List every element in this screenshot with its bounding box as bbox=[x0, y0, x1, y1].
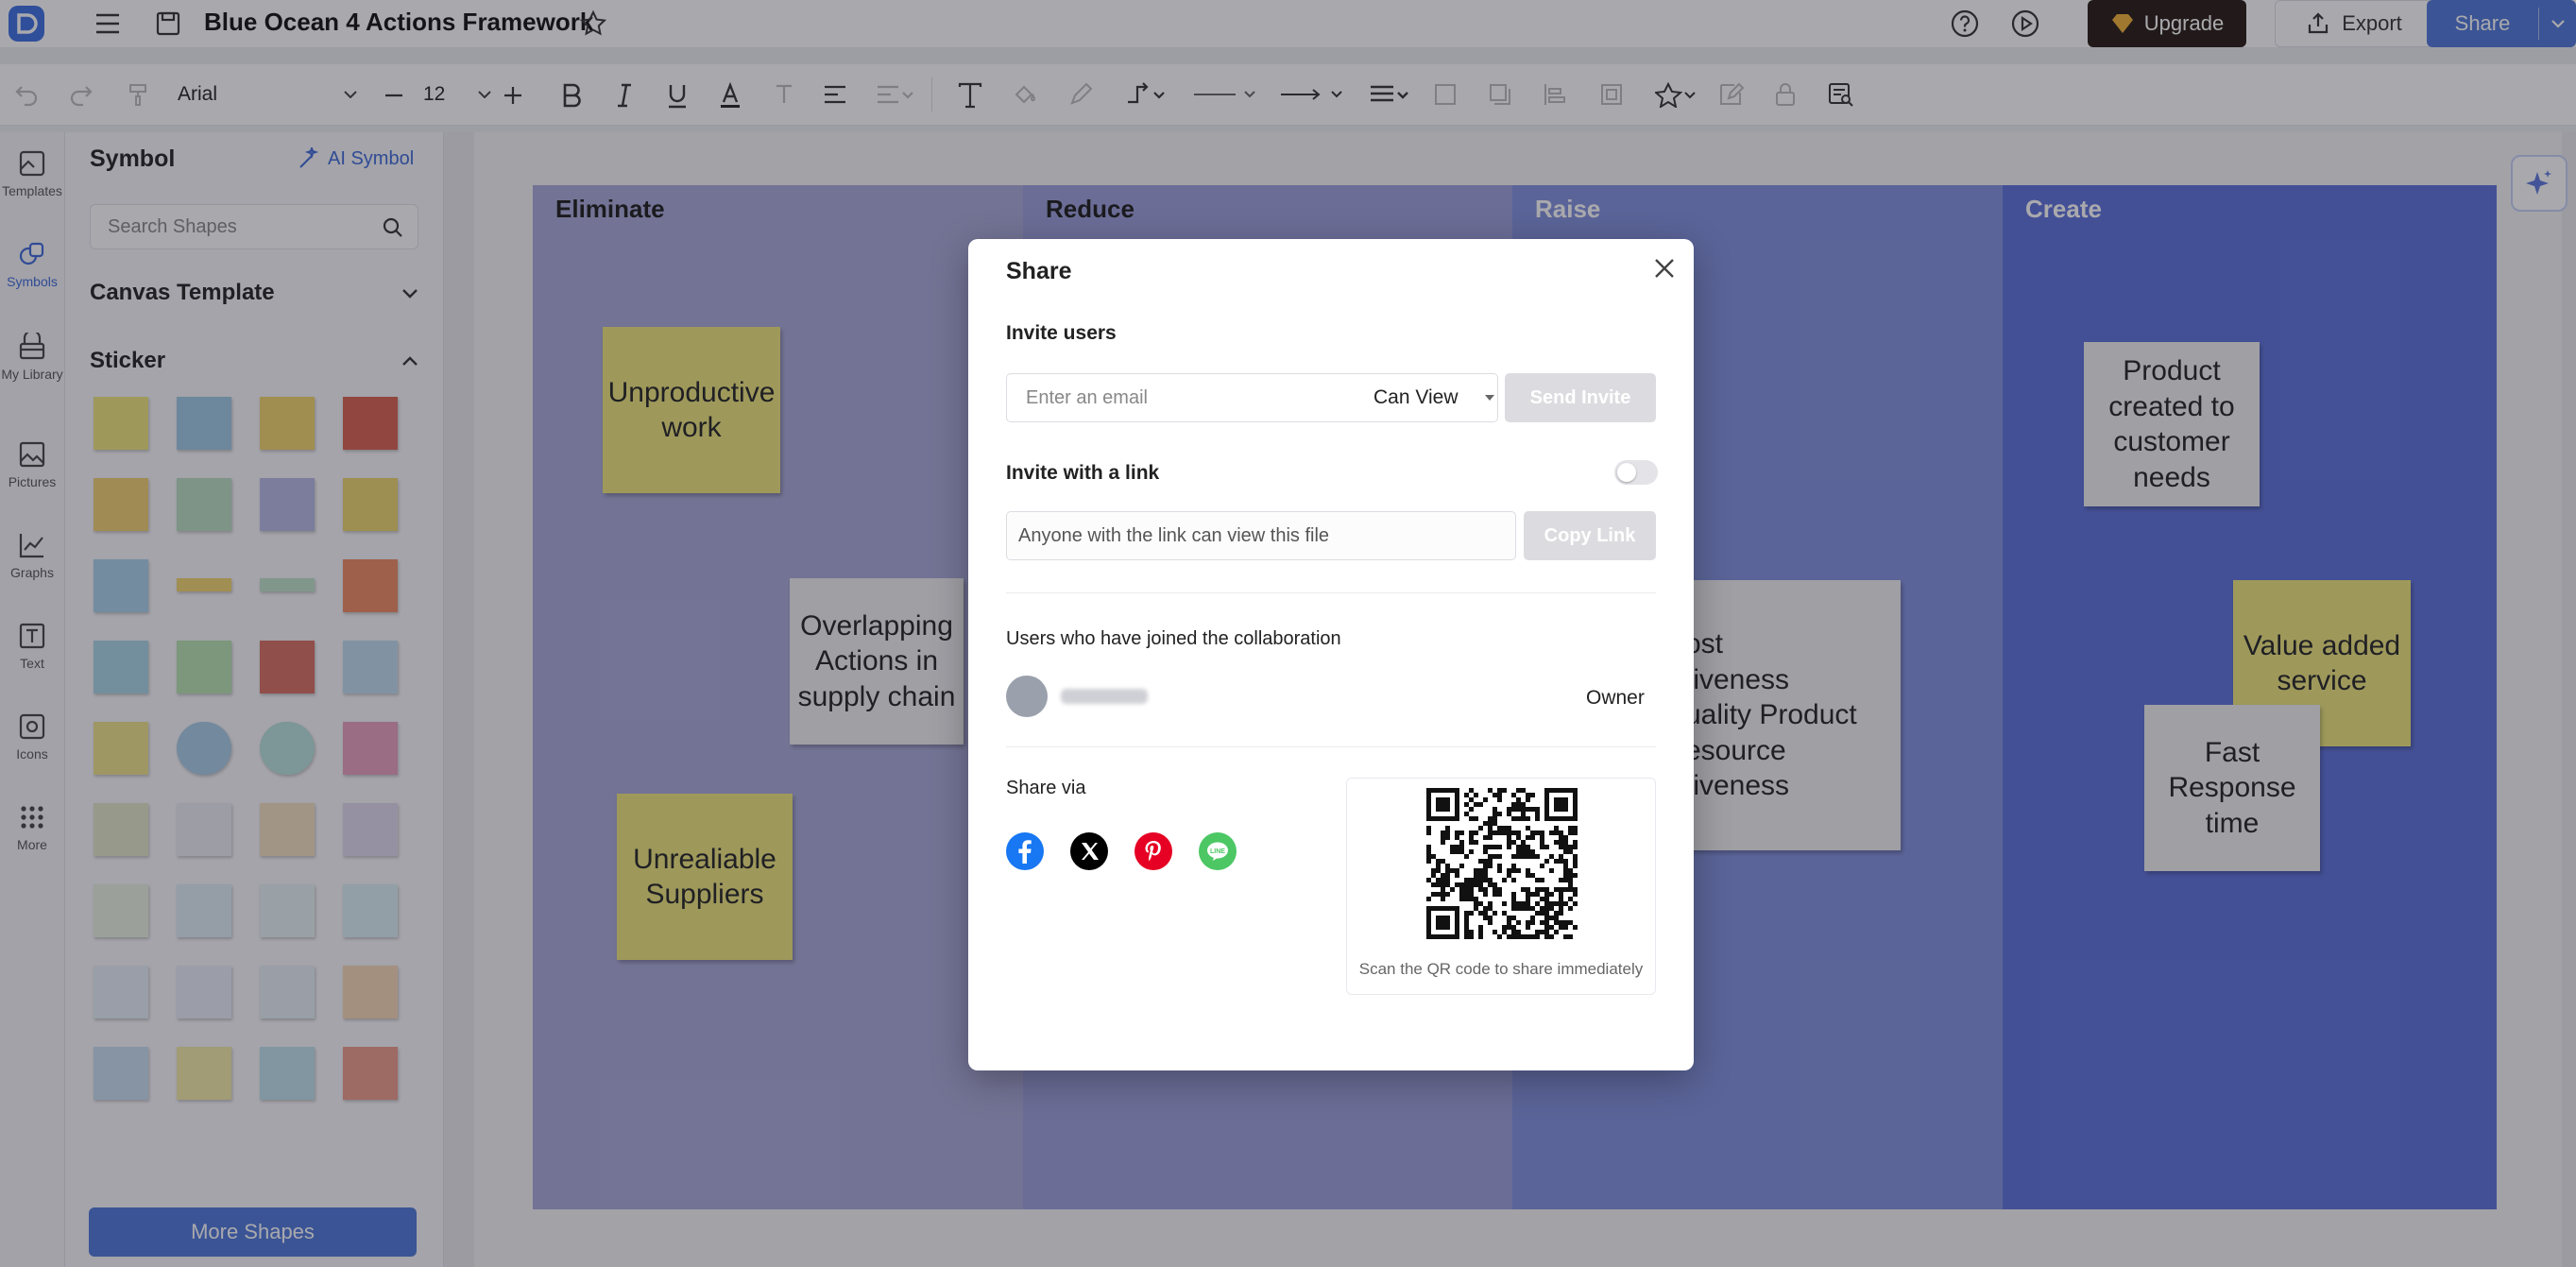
caret-down-icon bbox=[1485, 395, 1494, 401]
permission-value: Can View bbox=[1373, 386, 1459, 408]
share-via-label: Share via bbox=[1006, 778, 1086, 798]
copy-link-button[interactable]: Copy Link bbox=[1524, 511, 1656, 560]
svg-text:LINE: LINE bbox=[1210, 848, 1225, 855]
share-link-field[interactable]: Anyone with the link can view this file bbox=[1006, 511, 1516, 560]
invite-link-toggle[interactable] bbox=[1614, 460, 1658, 485]
toggle-knob bbox=[1617, 463, 1636, 482]
qr-code bbox=[1426, 788, 1578, 939]
invite-users-label: Invite users bbox=[1006, 322, 1117, 344]
owner-role: Owner bbox=[1586, 687, 1645, 709]
user-name-blurred bbox=[1061, 689, 1148, 704]
share-link-text: Anyone with the link can view this file bbox=[1018, 525, 1330, 546]
avatar bbox=[1006, 676, 1048, 717]
qr-card: Scan the QR code to share immediately bbox=[1346, 778, 1656, 995]
share-dialog: Share Invite users Enter an email Can Vi… bbox=[968, 239, 1694, 1070]
email-placeholder: Enter an email bbox=[1026, 387, 1148, 408]
qr-caption: Scan the QR code to share immediately bbox=[1358, 960, 1644, 978]
send-invite-button[interactable]: Send Invite bbox=[1505, 373, 1656, 422]
facebook-icon[interactable] bbox=[1006, 832, 1044, 870]
invite-link-label: Invite with a link bbox=[1006, 462, 1160, 484]
dialog-title: Share bbox=[1006, 258, 1072, 284]
divider bbox=[1006, 592, 1656, 593]
divider bbox=[1006, 746, 1656, 747]
line-icon[interactable]: LINE bbox=[1199, 832, 1237, 870]
close-icon[interactable] bbox=[1652, 256, 1677, 281]
joined-users-label: Users who have joined the collaboration bbox=[1006, 628, 1341, 649]
x-icon[interactable] bbox=[1070, 832, 1108, 870]
pinterest-icon[interactable] bbox=[1134, 832, 1172, 870]
permission-select[interactable]: Can View bbox=[1373, 374, 1494, 421]
email-input[interactable]: Enter an email Can View bbox=[1006, 373, 1498, 422]
